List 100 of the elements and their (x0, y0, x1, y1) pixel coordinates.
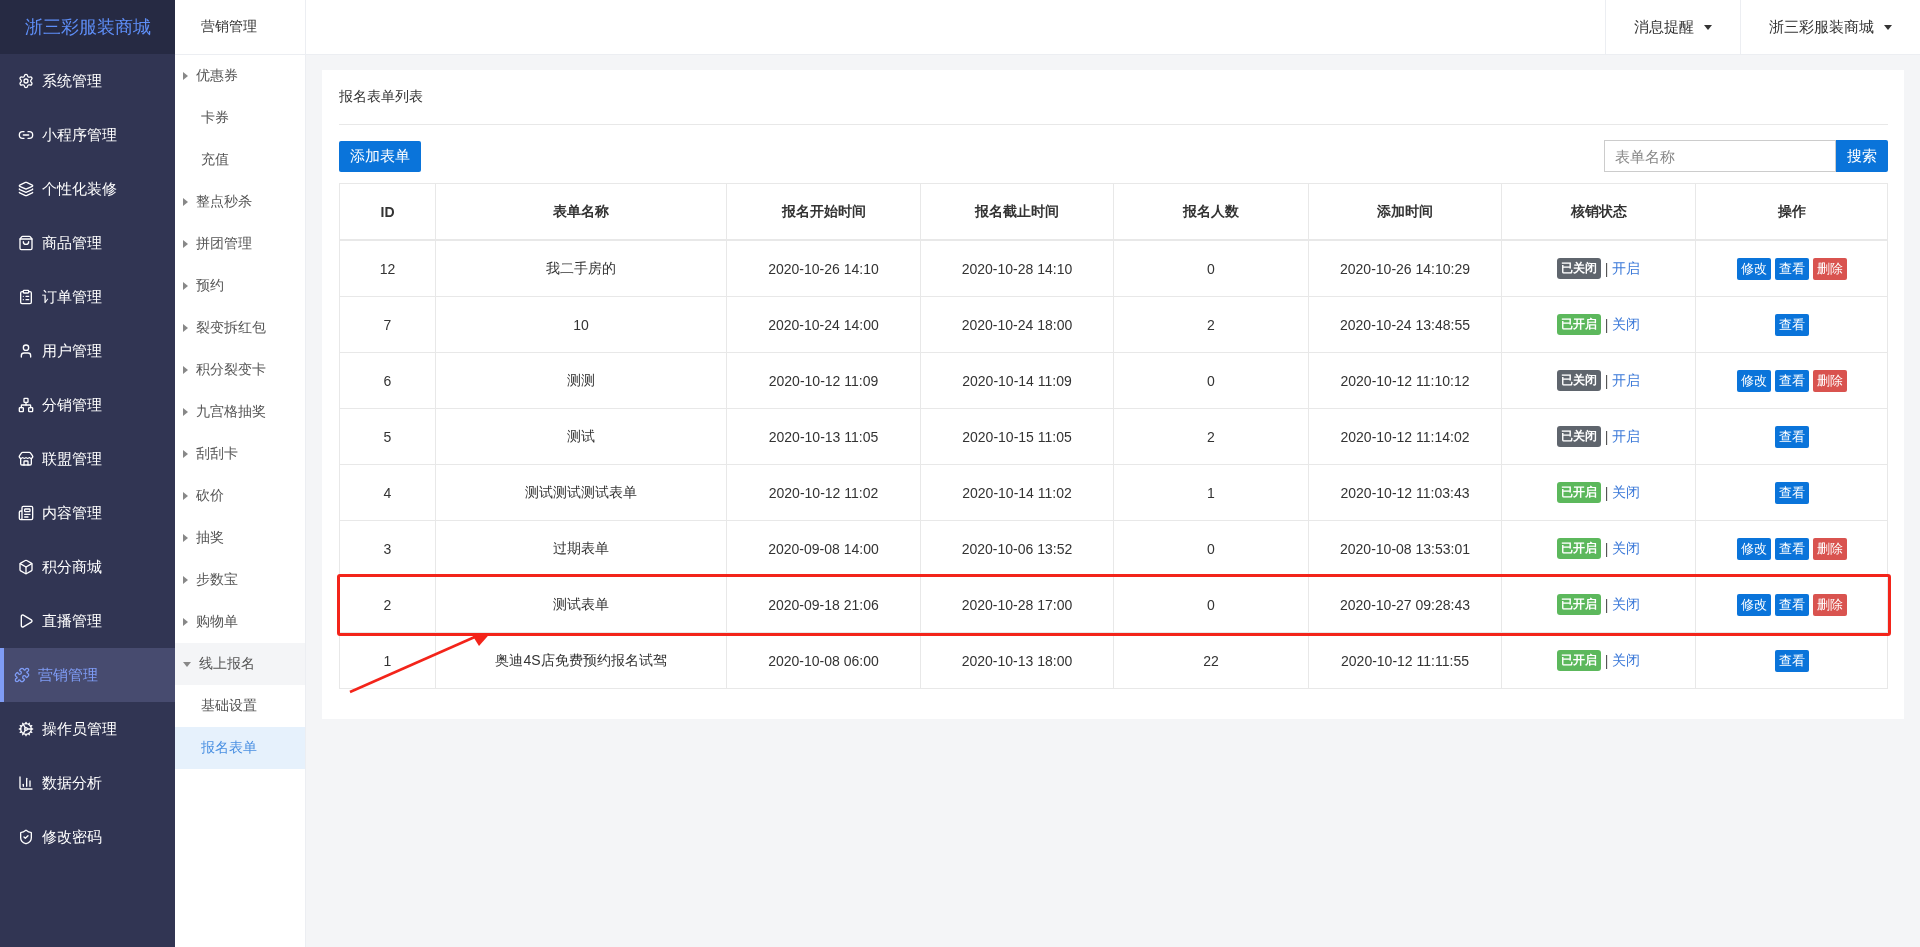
submenu-group[interactable]: 抽奖 (175, 517, 305, 559)
submenu-group[interactable]: 拼团管理 (175, 223, 305, 265)
table-cell: 测试表单 (436, 577, 727, 633)
submenu-item[interactable]: 卡券 (175, 97, 305, 139)
delete-button[interactable]: 删除 (1812, 537, 1847, 560)
sidebar-item[interactable]: 分销管理 (0, 378, 176, 432)
view-button[interactable]: 查看 (1774, 425, 1809, 448)
toggle-link[interactable]: 关闭 (1612, 315, 1641, 334)
toggle-link[interactable]: 开启 (1612, 259, 1641, 278)
bag-icon (18, 235, 34, 251)
caret-icon (183, 492, 189, 500)
submenu-group[interactable]: 整点秒杀 (175, 181, 305, 223)
status-badge: 已关闭 (1556, 258, 1601, 279)
dropdown-menu[interactable]: 浙三彩服装商城 (1740, 0, 1920, 54)
play-icon (18, 613, 34, 629)
submenu-group[interactable]: 刮刮卡 (175, 433, 305, 475)
toggle-link[interactable]: 开启 (1612, 427, 1641, 446)
panel-title: 报名表单列表 (339, 70, 1888, 125)
search-field[interactable]: 表单名称 (1604, 140, 1836, 172)
caret-icon (183, 576, 189, 584)
submenu-group[interactable]: 购物单 (175, 601, 305, 643)
search-button[interactable]: 搜索 (1836, 140, 1888, 172)
sidebar-item[interactable]: 数据分析 (0, 756, 176, 810)
view-button[interactable]: 查看 (1774, 649, 1809, 672)
status-badge: 已开启 (1556, 482, 1601, 503)
sidebar-item[interactable]: 联盟管理 (0, 432, 176, 486)
status-badge: 已开启 (1556, 538, 1601, 559)
toggle-link[interactable]: 开启 (1612, 371, 1641, 390)
view-button[interactable]: 查看 (1774, 481, 1809, 504)
caret-icon (183, 72, 189, 80)
submenu-title: 营销管理 (175, 0, 305, 55)
box-icon (18, 559, 34, 575)
toggle-link[interactable]: 关闭 (1612, 539, 1641, 558)
sidebar-item[interactable]: 积分商城 (0, 540, 176, 594)
edit-button[interactable]: 修改 (1736, 593, 1771, 616)
view-button[interactable]: 查看 (1774, 369, 1809, 392)
toggle-link[interactable]: 关闭 (1612, 651, 1641, 670)
edit-button[interactable]: 修改 (1736, 257, 1771, 280)
settings-icon (18, 721, 34, 737)
view-button[interactable]: 查看 (1774, 593, 1809, 616)
separator: | (1604, 596, 1609, 613)
submenu-group[interactable]: 预约 (175, 265, 305, 307)
sidebar-item[interactable]: 修改密码 (0, 810, 176, 864)
sidebar-item[interactable]: 小程序管理 (0, 108, 176, 162)
submenu-item[interactable]: 充值 (175, 139, 305, 181)
separator: | (1604, 652, 1609, 669)
table-cell: 22 (1114, 633, 1309, 689)
submenu-group[interactable]: 线上报名 (175, 643, 305, 685)
brand-title: 浙三彩服装商城 (0, 0, 176, 54)
separator: | (1604, 428, 1609, 445)
caret-icon (183, 661, 192, 667)
caret-icon (183, 282, 189, 290)
view-button[interactable]: 查看 (1774, 537, 1809, 560)
sidebar-item[interactable]: 内容管理 (0, 486, 176, 540)
sidebar-item[interactable]: 直播管理 (0, 594, 176, 648)
shield-icon (18, 829, 34, 845)
sidebar-item[interactable]: 个性化装修 (0, 162, 176, 216)
layers-icon (18, 181, 34, 197)
settings-icon (18, 73, 34, 89)
toggle-link[interactable]: 关闭 (1612, 595, 1641, 614)
submenu-group[interactable]: 裂变拆红包 (175, 307, 305, 349)
toggle-link[interactable]: 关闭 (1612, 483, 1641, 502)
status-badge: 已关闭 (1556, 370, 1601, 391)
status-badge: 已开启 (1556, 594, 1601, 615)
status-badge: 已开启 (1556, 650, 1601, 671)
sidebar-item[interactable]: 系统管理 (0, 54, 176, 108)
caret-icon (183, 324, 189, 332)
submenu-group[interactable]: 优惠券 (175, 55, 305, 97)
edit-button[interactable]: 修改 (1736, 537, 1771, 560)
clipboard-icon (18, 289, 34, 305)
delete-button[interactable]: 删除 (1812, 257, 1847, 280)
submenu-group[interactable]: 砍价 (175, 475, 305, 517)
sidebar-item[interactable]: 操作员管理 (0, 702, 176, 756)
caret-icon (183, 450, 189, 458)
view-button[interactable]: 查看 (1774, 313, 1809, 336)
status-badge: 已关闭 (1556, 426, 1601, 447)
network-icon (18, 397, 34, 413)
caret-icon (183, 534, 189, 542)
submenu-item[interactable]: 基础设置 (175, 685, 305, 727)
table-cell: 2020-09-18 21:06 (727, 577, 921, 633)
table-cell: 2020-10-13 18:00 (921, 633, 1114, 689)
submenu-group[interactable]: 积分裂变卡 (175, 349, 305, 391)
table-cell: 2 (340, 577, 436, 633)
sidebar-item[interactable]: 用户管理 (0, 324, 176, 378)
submenu-group[interactable]: 步数宝 (175, 559, 305, 601)
caret-icon (1704, 24, 1712, 30)
store-icon (18, 451, 34, 467)
caret-icon (183, 240, 189, 248)
dropdown-menu[interactable]: 消息提醒 (1605, 0, 1740, 54)
delete-button[interactable]: 删除 (1812, 369, 1847, 392)
table-cell: 2020-10-27 09:28:43 (1309, 577, 1502, 633)
delete-button[interactable]: 删除 (1812, 593, 1847, 616)
add-button[interactable]: 添加表单 (339, 140, 421, 172)
sidebar-item[interactable]: 订单管理 (0, 270, 176, 324)
sidebar-item[interactable]: 商品管理 (0, 216, 176, 270)
table-cell: 1 (340, 633, 436, 689)
edit-button[interactable]: 修改 (1736, 369, 1771, 392)
submenu-group[interactable]: 九宫格抽奖 (175, 391, 305, 433)
view-button[interactable]: 查看 (1774, 257, 1809, 280)
caret-icon (183, 618, 189, 626)
